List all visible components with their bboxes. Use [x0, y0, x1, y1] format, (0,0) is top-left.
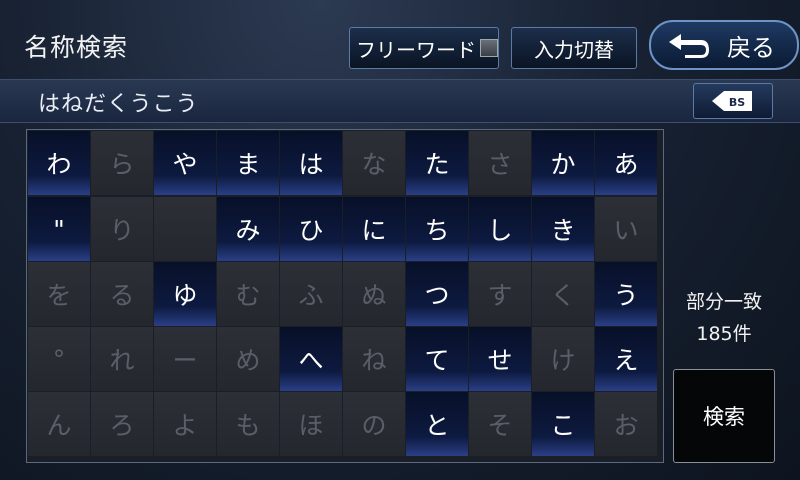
- kana-key[interactable]: あ: [595, 131, 657, 195]
- kana-key[interactable]: ま: [217, 131, 279, 195]
- kana-key[interactable]: お: [595, 392, 657, 456]
- kana-key[interactable]: も: [217, 392, 279, 456]
- top-bar: 名称検索 フリーワード 入力切替 戻る: [0, 0, 800, 80]
- kana-key[interactable]: け: [532, 327, 594, 391]
- kana-key[interactable]: ん: [28, 392, 90, 456]
- kana-key[interactable]: ふ: [280, 262, 342, 326]
- kana-key[interactable]: れ: [91, 327, 153, 391]
- kana-key[interactable]: こ: [532, 392, 594, 456]
- kana-key[interactable]: ほ: [280, 392, 342, 456]
- back-label: 戻る: [727, 33, 775, 62]
- kana-key[interactable]: ひ: [280, 197, 342, 261]
- match-status: 部分一致 185件: [672, 286, 776, 350]
- kana-key[interactable]: と: [406, 392, 468, 456]
- kana-key[interactable]: へ: [280, 327, 342, 391]
- kana-key[interactable]: し: [469, 197, 531, 261]
- kana-key[interactable]: の: [343, 392, 405, 456]
- kana-key[interactable]: え: [595, 327, 657, 391]
- kana-key[interactable]: ": [28, 197, 90, 261]
- kana-key[interactable]: よ: [154, 392, 216, 456]
- kana-key[interactable]: な: [343, 131, 405, 195]
- kana-key[interactable]: ら: [91, 131, 153, 195]
- input-bar: はねだくうこう BS: [0, 79, 800, 123]
- kana-key[interactable]: に: [343, 197, 405, 261]
- input-switch-label: 入力切替: [534, 37, 614, 62]
- kana-key[interactable]: や: [154, 131, 216, 195]
- kana-key[interactable]: ち: [406, 197, 468, 261]
- kana-key[interactable]: め: [217, 327, 279, 391]
- backspace-label: BS: [729, 96, 745, 109]
- kana-key[interactable]: ぬ: [343, 262, 405, 326]
- checkbox-icon: [480, 39, 498, 57]
- kana-key[interactable]: は: [280, 131, 342, 195]
- backspace-button[interactable]: BS: [693, 83, 773, 119]
- kana-key[interactable]: く: [532, 262, 594, 326]
- kana-key[interactable]: ろ: [91, 392, 153, 456]
- back-button[interactable]: 戻る: [649, 20, 799, 70]
- backspace-icon: BS: [712, 91, 752, 111]
- search-button-label: 検索: [703, 405, 745, 429]
- free-word-toggle-button[interactable]: フリーワード: [349, 27, 499, 69]
- kana-keyboard: わらやまはなたさかあ " りみひにちしきいをるゆむふぬつすくう ° れーめへねてせけえん…: [26, 129, 664, 463]
- kana-key[interactable]: °: [28, 327, 90, 391]
- input-switch-button[interactable]: 入力切替: [511, 27, 637, 69]
- free-word-label: フリーワード: [356, 37, 476, 62]
- kana-key[interactable]: う: [595, 262, 657, 326]
- kana-key[interactable]: ね: [343, 327, 405, 391]
- kana-key[interactable]: わ: [28, 131, 90, 195]
- kana-key[interactable]: る: [91, 262, 153, 326]
- match-type-label: 部分一致: [685, 291, 762, 313]
- kana-key[interactable]: り: [91, 197, 153, 261]
- kana-key[interactable]: む: [217, 262, 279, 326]
- kana-key[interactable]: ー: [154, 327, 216, 391]
- kana-key[interactable]: い: [595, 197, 657, 261]
- kana-key[interactable]: た: [406, 131, 468, 195]
- kana-key[interactable]: [154, 197, 216, 261]
- kana-key[interactable]: か: [532, 131, 594, 195]
- return-arrow-icon: [669, 34, 709, 58]
- match-count-label: 185件: [696, 323, 752, 345]
- kana-key[interactable]: そ: [469, 392, 531, 456]
- kana-key[interactable]: み: [217, 197, 279, 261]
- kana-key[interactable]: を: [28, 262, 90, 326]
- kana-key[interactable]: さ: [469, 131, 531, 195]
- screen-title: 名称検索: [24, 33, 129, 62]
- search-button[interactable]: 検索: [673, 369, 775, 463]
- kana-key[interactable]: ゆ: [154, 262, 216, 326]
- kana-key[interactable]: て: [406, 327, 468, 391]
- kana-key[interactable]: す: [469, 262, 531, 326]
- search-input-text: はねだくうこう: [38, 92, 199, 117]
- kana-key[interactable]: せ: [469, 327, 531, 391]
- kana-key[interactable]: き: [532, 197, 594, 261]
- kana-key[interactable]: つ: [406, 262, 468, 326]
